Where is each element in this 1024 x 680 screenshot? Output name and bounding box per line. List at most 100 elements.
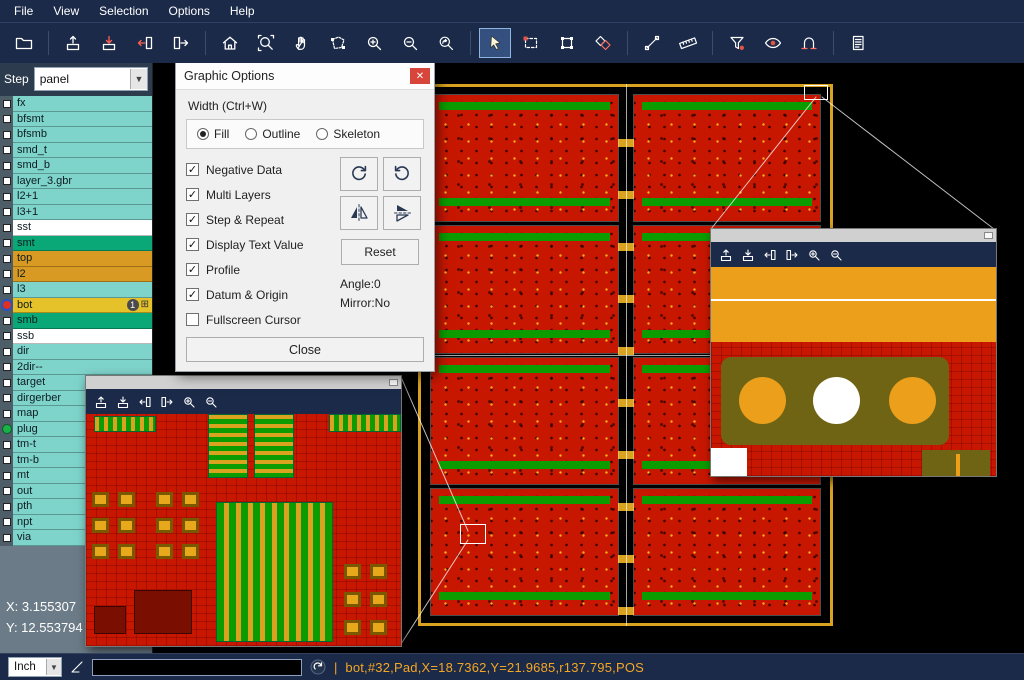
layer-row-fx[interactable]: fx [0,96,152,112]
layer-row-l3+1[interactable]: l3+1 [0,205,152,221]
layer-row-top[interactable]: top [0,251,152,267]
layer-name[interactable]: smd_t [13,143,152,159]
import-down-button[interactable] [93,28,125,58]
import-up-icon[interactable] [719,248,733,262]
menu-selection[interactable]: Selection [89,1,158,21]
mirror-horizontal-button[interactable] [340,196,378,230]
layer-checkbox[interactable] [0,375,13,391]
dialog-titlebar[interactable]: Graphic Options ✕ [176,63,434,90]
home-button[interactable] [214,28,246,58]
chevron-down-icon[interactable]: ▼ [130,69,147,89]
layer-row-l3[interactable]: l3 [0,282,152,298]
zoom-out-icon[interactable] [829,248,843,262]
layer-checkbox[interactable] [0,267,13,283]
layer-checkbox[interactable] [0,484,13,500]
filter-button[interactable] [721,28,753,58]
layer-checkbox[interactable] [0,112,13,128]
layer-row-dir[interactable]: dir [0,344,152,360]
checkbox-negative-data[interactable]: ✓Negative Data [186,157,336,182]
layer-name[interactable]: bfsmt [13,112,152,128]
checkbox-display-text-value[interactable]: ✓Display Text Value [186,232,336,257]
layer-row-sst[interactable]: sst [0,220,152,236]
layer-name[interactable]: fx [13,96,152,112]
restore-icon[interactable] [984,232,993,239]
layer-checkbox[interactable] [0,158,13,174]
layer-checkbox[interactable] [0,220,13,236]
export-right-icon[interactable] [785,248,799,262]
layer-checkbox[interactable] [0,189,13,205]
refresh-icon[interactable] [310,659,326,675]
layer-name[interactable]: top [13,251,152,267]
layer-checkbox[interactable] [0,174,13,190]
layer-row-smd_b[interactable]: smd_b [0,158,152,174]
layer-name[interactable]: sst [13,220,152,236]
layer-row-ssb[interactable]: ssb [0,329,152,345]
radio-skeleton[interactable]: Skeleton [316,127,380,141]
unit-select[interactable]: Inch ▼ [8,657,62,677]
select-region-button[interactable] [322,28,354,58]
transform-button[interactable] [551,28,583,58]
checkbox-multi-layers[interactable]: ✓Multi Layers [186,182,336,207]
layer-checkbox[interactable] [0,143,13,159]
layer-name[interactable]: layer_3.gbr [13,174,152,190]
pan-hand-button[interactable] [286,28,318,58]
layer-row-bfsmb[interactable]: bfsmb [0,127,152,143]
import-down-icon[interactable] [116,395,130,409]
zoom-window-button[interactable] [250,28,282,58]
zoom-out-icon[interactable] [204,395,218,409]
checkbox-step-repeat[interactable]: ✓Step & Repeat [186,207,336,232]
zoom-previous-button[interactable] [430,28,462,58]
menu-view[interactable]: View [43,1,89,21]
layer-checkbox[interactable] [0,127,13,143]
layer-row-layer_3.gbr[interactable]: layer_3.gbr [0,174,152,190]
measure-ruler-button[interactable] [672,28,704,58]
checkbox-fullscreen-cursor[interactable]: Fullscreen Cursor [186,307,336,332]
export-right-button[interactable] [165,28,197,58]
layer-checkbox[interactable] [0,360,13,376]
import-down-icon[interactable] [741,248,755,262]
close-icon[interactable]: ✕ [410,68,430,84]
layer-name[interactable]: dir [13,344,152,360]
layer-name[interactable]: l2+1 [13,189,152,205]
layer-checkbox[interactable] [0,499,13,515]
layer-row-bfsmt[interactable]: bfsmt [0,112,152,128]
import-up-icon[interactable] [94,395,108,409]
mirror-vertical-button[interactable] [383,196,421,230]
layer-name[interactable]: bfsmb [13,127,152,143]
chevron-down-icon[interactable]: ▼ [46,659,61,675]
layer-row-l2+1[interactable]: l2+1 [0,189,152,205]
zoom-in-button[interactable] [358,28,390,58]
layer-checkbox[interactable] [0,391,13,407]
layer-checkbox[interactable] [0,468,13,484]
view-eye-button[interactable] [757,28,789,58]
menu-help[interactable]: Help [220,1,265,21]
layer-name[interactable]: l3+1 [13,205,152,221]
draft-angle-icon[interactable] [70,660,84,674]
green-dot-marker[interactable] [0,422,13,438]
measure-distance-button[interactable] [793,28,825,58]
draw-line-button[interactable] [636,28,668,58]
layer-name[interactable]: 2dir-- [13,360,152,376]
rotate-cw-button[interactable] [340,157,378,191]
layer-checkbox[interactable] [0,453,13,469]
pointer-button[interactable] [479,28,511,58]
zoom-in-icon[interactable] [807,248,821,262]
restore-icon[interactable] [389,379,398,386]
command-input[interactable] [92,659,302,676]
layer-name[interactable]: smt [13,236,152,252]
compare-layers-button[interactable] [587,28,619,58]
layer-checkbox[interactable] [0,530,13,546]
open-folder-button[interactable] [8,28,40,58]
layer-checkbox[interactable] [0,437,13,453]
layer-row-2dir--[interactable]: 2dir-- [0,360,152,376]
red-dot-marker[interactable] [0,298,13,314]
radio-fill[interactable]: Fill [197,127,229,141]
import-left-icon[interactable] [138,395,152,409]
layer-checkbox[interactable] [0,515,13,531]
import-left-icon[interactable] [763,248,777,262]
layer-row-l2[interactable]: l2 [0,267,152,283]
checkbox-datum-origin[interactable]: ✓Datum & Origin [186,282,336,307]
rotate-ccw-button[interactable] [383,157,421,191]
zoom-in-icon[interactable] [182,395,196,409]
zoom-out-button[interactable] [394,28,426,58]
